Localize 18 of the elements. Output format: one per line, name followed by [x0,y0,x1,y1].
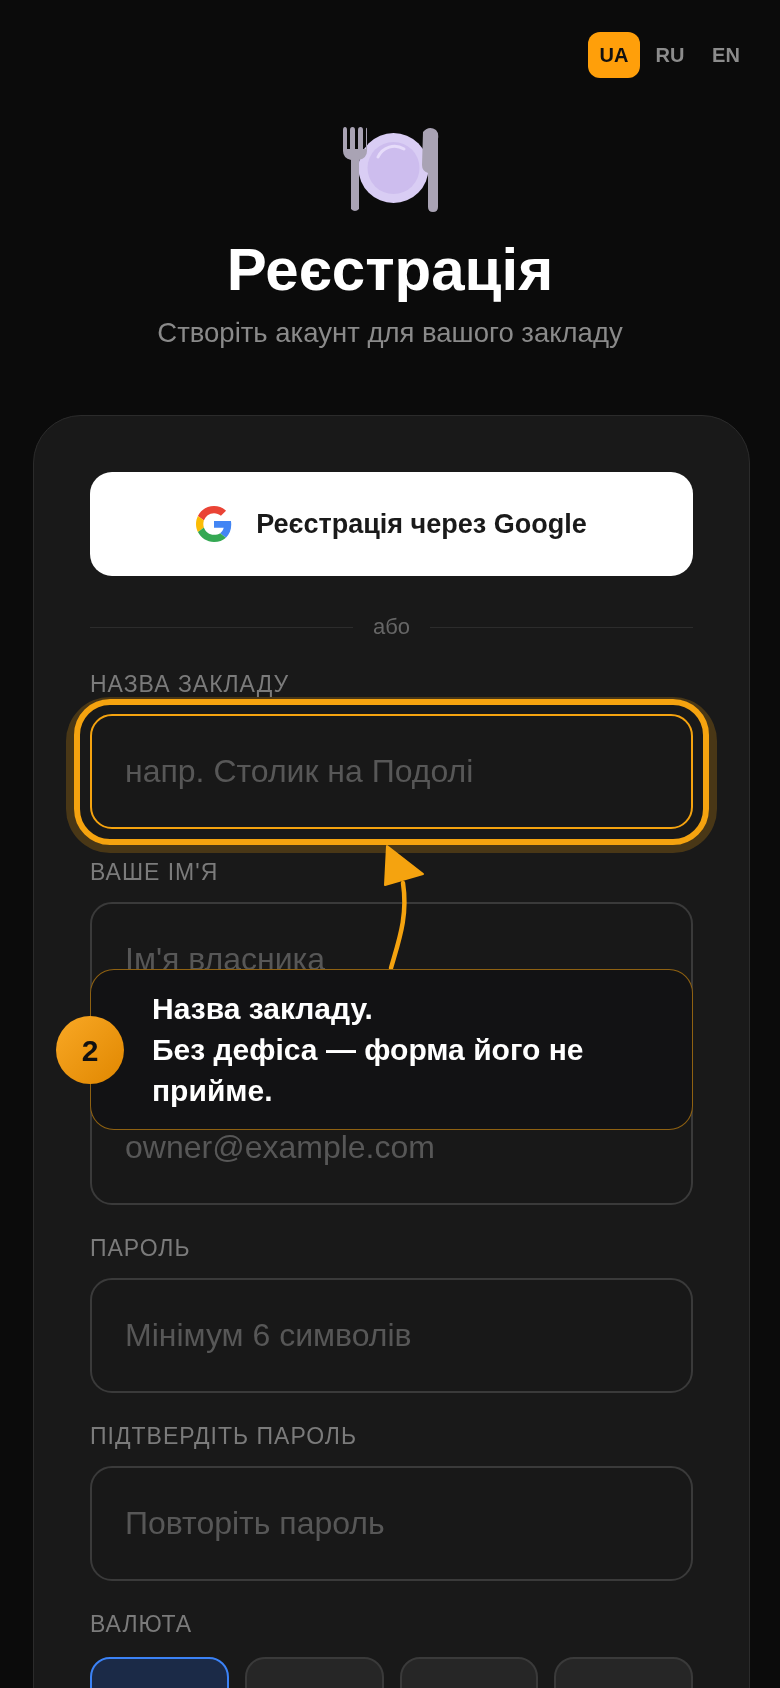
language-tab[interactable]: RU [644,32,696,78]
google-logo-icon [196,506,233,542]
divider-label: або [372,614,411,640]
plate-with-fork-and-knife-icon [341,127,439,212]
input-field[interactable]: напр. Столик на Подолі [90,714,693,829]
page-subtitle: Створіть акаунт для вашого закладу [156,316,624,350]
language-tab[interactable]: EN [700,32,752,78]
step-badge: 2 [56,1016,124,1084]
page-title: Реєстрація [225,235,555,305]
input-field[interactable]: Мінімум 6 символів [90,1278,693,1393]
input-field[interactable]: Повторіть пароль [90,1466,693,1581]
field-label: ПІДТВЕРДІТЬ ПАРОЛЬ [90,1422,359,1450]
field-label: ВАШЕ ІМ'Я [90,858,220,886]
language-tab[interactable]: UA [588,32,640,78]
field-label: ВАЛЮТА [90,1610,194,1638]
field-label: ПАРОЛЬ [90,1234,192,1262]
field-label: НАЗВА ЗАКЛАДУ [90,670,291,698]
google-signup-button[interactable]: Реєстрація через Google [90,472,693,576]
